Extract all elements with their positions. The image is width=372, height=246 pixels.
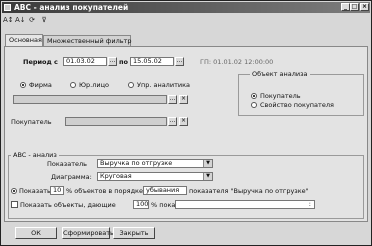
radio-firm-label: Фирма (29, 81, 52, 89)
main-panel: Период с 01.03.02 … по 15.05.02 … ГП: 01… (4, 46, 368, 222)
period-to-label: по (119, 58, 128, 66)
indicator-label: Показатель (47, 160, 87, 168)
period-label: Период с (23, 58, 58, 66)
date-from-field[interactable]: 01.03.02 (63, 57, 107, 66)
indicator-value: Выручка по отгрузке (100, 159, 173, 167)
radio-show-percent[interactable] (11, 188, 17, 194)
analysis-object-title: Объект анализа (250, 70, 310, 78)
show-count-field[interactable]: 10 (50, 186, 64, 195)
minimize-icon[interactable]: _ (341, 3, 350, 11)
sort-desc-icon[interactable]: A↓ (15, 15, 26, 25)
radio-legal-entity-label: Юр.лицо (79, 81, 109, 89)
indicator-select[interactable]: Выручка по отгрузке ▼ (97, 159, 213, 168)
radio-object-property-label: Свойство покупателя (260, 101, 334, 109)
objects-mid-label: % пока (151, 201, 176, 209)
show-objects-checkbox[interactable] (11, 201, 18, 208)
maximize-icon[interactable]: □ (350, 3, 359, 11)
buyer-label: Покупатель (11, 118, 52, 126)
report-window: ABC - анализ покупателей _ □ × A↕ A↓ ⟳ ⊽… (0, 0, 372, 246)
radio-firm[interactable] (20, 82, 26, 88)
order-field[interactable]: убывания (143, 186, 187, 195)
entity-field[interactable] (13, 95, 167, 104)
show-label: Показать (19, 187, 51, 195)
radio-object-buyer[interactable] (251, 93, 257, 99)
refresh-icon[interactable]: ⟳ (27, 15, 37, 25)
abc-analysis-title: ABC - анализ (11, 151, 59, 159)
close-button[interactable]: Закрыть (113, 227, 155, 239)
diagram-select[interactable]: Круговая ▼ (97, 172, 213, 181)
buyer-clear-button[interactable]: × (179, 117, 188, 126)
ok-button[interactable]: ОК (15, 227, 57, 239)
entity-select-button[interactable]: … (168, 95, 177, 104)
tab-multi-filter[interactable]: Множественный фильтр (43, 35, 131, 46)
diagram-label: Диаграмма: (51, 173, 92, 181)
radio-legal-entity[interactable] (70, 82, 76, 88)
objects-tail: : (308, 200, 311, 208)
date-to-picker-button[interactable]: … (175, 57, 184, 66)
buyer-select-button[interactable]: … (168, 117, 177, 126)
objects-condition-field[interactable]: : (175, 200, 315, 209)
radio-object-buyer-label: Покупатель (260, 92, 301, 100)
radio-object-property[interactable] (251, 102, 257, 108)
window-title: ABC - анализ покупателей (14, 3, 129, 12)
app-icon (4, 4, 11, 11)
radio-mgmt-analytics-label: Упр. аналитика (137, 81, 190, 89)
form-report-button[interactable]: Сформировать (62, 227, 114, 239)
close-icon[interactable]: × (360, 3, 369, 11)
buyer-field[interactable] (65, 117, 167, 126)
objects-percent-field[interactable]: 100 (133, 200, 149, 209)
date-to-field[interactable]: 15.05.02 (130, 57, 174, 66)
date-from-picker-button[interactable]: … (108, 57, 117, 66)
sort-asc-icon[interactable]: A↕ (3, 15, 14, 25)
filter-icon[interactable]: ⊽ (39, 15, 49, 25)
gp-text: ГП: 01.01.02 12:00:00 (200, 58, 274, 66)
diagram-value: Круговая (100, 172, 132, 180)
tab-main[interactable]: Основная (5, 34, 43, 46)
entity-clear-button[interactable]: × (179, 95, 188, 104)
title-bar: ABC - анализ покупателей _ □ × (2, 2, 370, 13)
show-mid-label: % объектов в порядке (66, 187, 143, 195)
chevron-down-icon[interactable]: ▼ (203, 160, 212, 167)
indicator-tail-label: показателя "Выручка по отгрузке" (189, 187, 309, 195)
chevron-down-icon[interactable]: ▼ (203, 173, 212, 180)
show-objects-label: Показать объекты, дающие (20, 201, 116, 209)
radio-mgmt-analytics[interactable] (128, 82, 134, 88)
